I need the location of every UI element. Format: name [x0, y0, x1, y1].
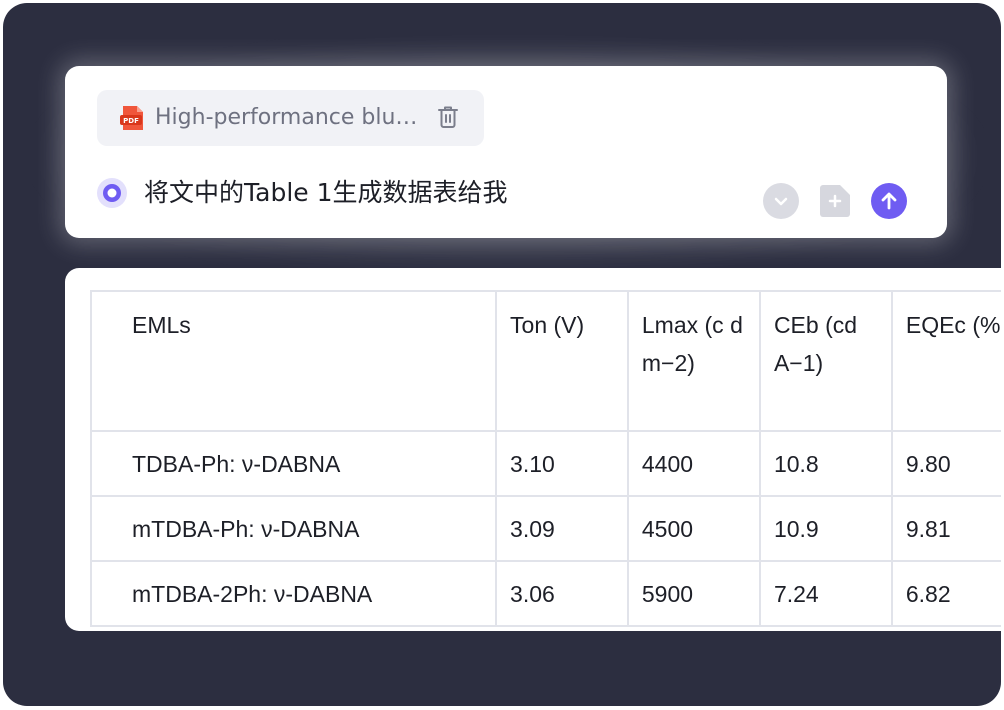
table-cell: 3.09: [495, 495, 629, 562]
svg-text:PDF: PDF: [123, 117, 139, 125]
prompt-text[interactable]: 将文中的Table 1生成数据表给我: [144, 177, 508, 209]
table-cell: mTDBA-Ph: ν-DABNA: [89, 495, 498, 562]
table-cell: 4400: [626, 430, 761, 497]
chat-input-card: PDF High-performance blu… 将文中的Table 1生成数…: [65, 66, 947, 238]
table-cell: 7.24: [758, 560, 893, 627]
column-header: CEb (cd A−1): [758, 290, 893, 432]
add-file-button[interactable]: [817, 183, 853, 219]
table-row: mTDBA-Ph: ν-DABNA 3.09 4500 10.9 9.81: [89, 495, 1001, 562]
column-header: EMLs: [89, 290, 498, 432]
arrow-up-icon: [881, 192, 897, 210]
attachment-chip[interactable]: PDF High-performance blu…: [97, 90, 484, 146]
table-cell: 10.8: [758, 430, 893, 497]
attachment-file-name: High-performance blu…: [155, 105, 418, 130]
table-cell: 9.80: [890, 430, 1001, 497]
data-table: EMLs Ton (V) Lmax (c d m−2) CEb (cd A−1)…: [89, 290, 1001, 627]
table-header-row: EMLs Ton (V) Lmax (c d m−2) CEb (cd A−1)…: [89, 290, 1001, 432]
chevron-down-icon: [774, 197, 788, 206]
table-cell: 4500: [626, 495, 761, 562]
table-cell: TDBA-Ph: ν-DABNA: [89, 430, 498, 497]
expand-button[interactable]: [763, 183, 799, 219]
column-header: Lmax (c d m−2): [626, 290, 761, 432]
table-cell: 9.81: [890, 495, 1001, 562]
app-frame: PDF High-performance blu… 将文中的Table 1生成数…: [3, 3, 1001, 706]
table-cell: mTDBA-2Ph: ν-DABNA: [89, 560, 498, 627]
table-row: TDBA-Ph: ν-DABNA 3.10 4400 10.8 9.80: [89, 430, 1001, 497]
column-header: Ton (V): [495, 290, 629, 432]
table-cell: 3.10: [495, 430, 629, 497]
result-table-card: EMLs Ton (V) Lmax (c d m−2) CEb (cd A−1)…: [65, 268, 1001, 631]
send-button[interactable]: [871, 183, 907, 219]
table-row: mTDBA-2Ph: ν-DABNA 3.06 5900 7.24 6.82: [89, 560, 1001, 627]
delete-attachment-icon[interactable]: [437, 105, 459, 129]
pdf-file-icon: PDF: [120, 106, 143, 130]
table-cell: 6.82: [890, 560, 1001, 627]
add-file-icon: [820, 185, 850, 217]
table-cell: 10.9: [758, 495, 893, 562]
table-cell: 5900: [626, 560, 761, 627]
table-cell: 3.06: [495, 560, 629, 627]
column-header: EQEc (%: [890, 290, 1001, 432]
selected-mode-radio-icon[interactable]: [96, 177, 128, 209]
